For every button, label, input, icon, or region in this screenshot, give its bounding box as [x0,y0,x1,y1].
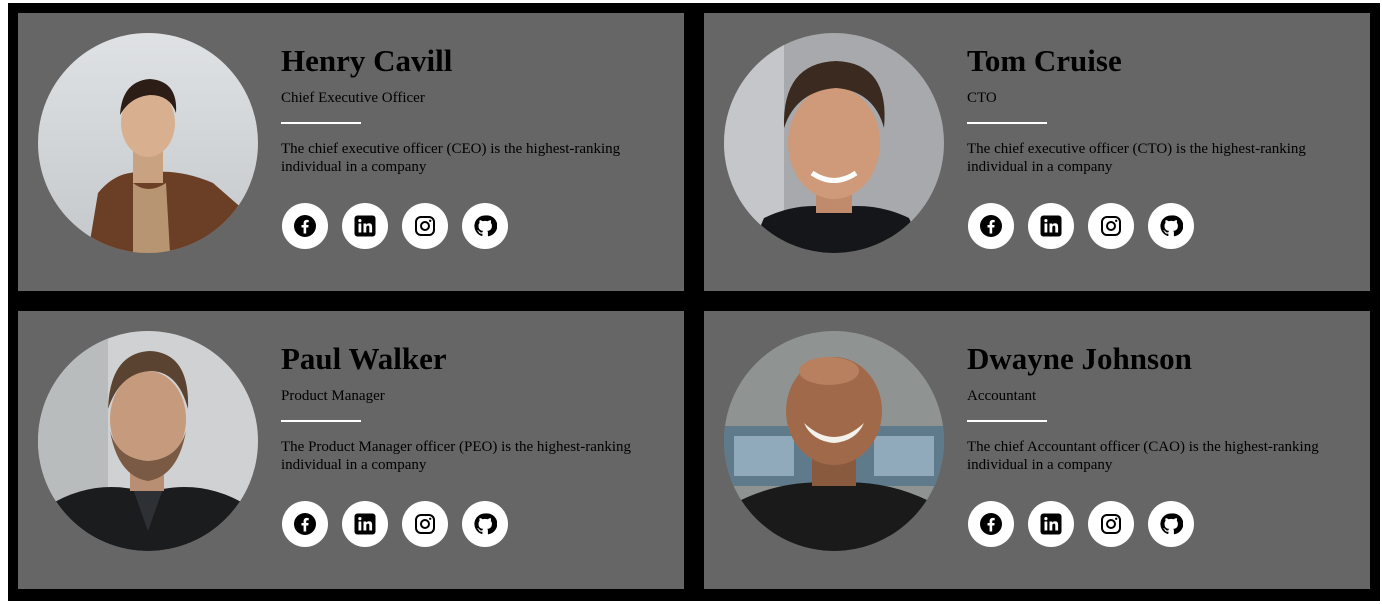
instagram-icon [415,216,435,236]
instagram-icon [1101,514,1121,534]
github-icon [1160,513,1183,535]
github-icon [474,215,497,237]
linkedin-icon [1040,215,1062,237]
member-name: Paul Walker [281,341,447,376]
instagram-link[interactable] [402,203,448,249]
member-role: Chief Executive Officer [281,90,425,106]
linkedin-link[interactable] [342,501,388,547]
member-name: Dwayne Johnson [967,341,1192,376]
github-link[interactable] [462,501,508,547]
avatar [38,331,258,551]
member-role: Product Manager [281,388,385,404]
github-icon [1160,215,1183,237]
member-description: The Product Manager officer (PEO) is the… [281,439,632,473]
linkedin-link[interactable] [342,203,388,249]
linkedin-icon [354,513,376,535]
facebook-link[interactable] [282,501,328,547]
member-description: The chief Accountant officer (CAO) is th… [967,439,1319,473]
team-card: Henry Cavill Chief Executive Officer The… [18,13,684,291]
linkedin-link[interactable] [1028,203,1074,249]
linkedin-link[interactable] [1028,501,1074,547]
instagram-icon [415,514,435,534]
facebook-icon [980,215,1002,237]
member-role: Accountant [967,388,1037,404]
facebook-link[interactable] [282,203,328,249]
member-role: CTO [967,90,997,106]
github-link[interactable] [462,203,508,249]
github-link[interactable] [1148,203,1194,249]
avatar [38,33,258,253]
instagram-link[interactable] [1088,501,1134,547]
avatar [724,331,944,551]
divider [281,420,361,422]
facebook-link[interactable] [968,501,1014,547]
member-description: The chief executive officer (CTO) is the… [967,141,1306,175]
facebook-icon [294,215,316,237]
team-card: Paul Walker Product Manager The Product … [18,311,684,589]
team-card: Tom Cruise CTO The chief executive offic… [704,13,1370,291]
facebook-link[interactable] [968,203,1014,249]
team-card: Dwayne Johnson Accountant The chief Acco… [704,311,1370,589]
avatar [724,33,944,253]
github-icon [474,513,497,535]
member-name: Henry Cavill [281,43,453,78]
instagram-link[interactable] [1088,203,1134,249]
instagram-link[interactable] [402,501,448,547]
member-name: Tom Cruise [967,43,1122,78]
divider [967,122,1047,124]
linkedin-icon [1040,513,1062,535]
linkedin-icon [354,215,376,237]
member-description: The chief executive officer (CEO) is the… [281,141,621,175]
facebook-icon [294,513,316,535]
facebook-icon [980,513,1002,535]
divider [281,122,361,124]
instagram-icon [1101,216,1121,236]
divider [967,420,1047,422]
github-link[interactable] [1148,501,1194,547]
